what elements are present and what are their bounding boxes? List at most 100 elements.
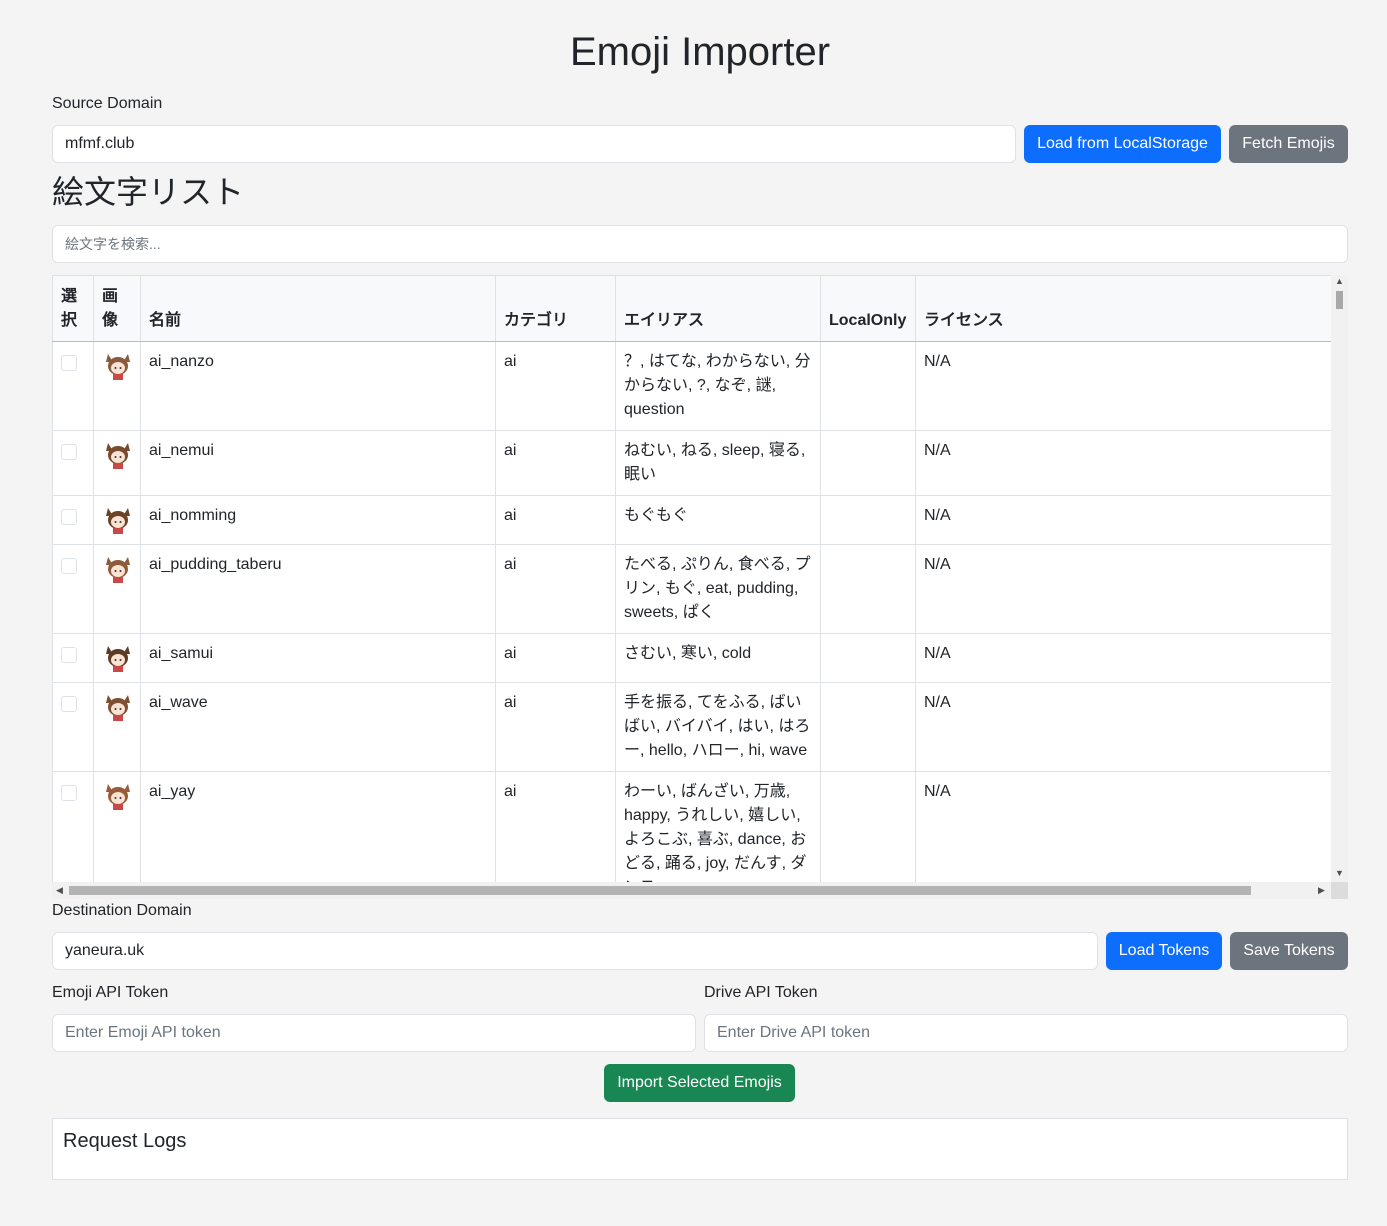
select-checkbox[interactable] (61, 785, 77, 801)
select-cell (52, 633, 94, 683)
select-cell (52, 544, 94, 634)
destination-domain-label: Destination Domain (52, 902, 192, 919)
image-cell (93, 430, 141, 496)
import-selected-emojis-button[interactable]: Import Selected Emojis (604, 1064, 795, 1102)
emoji-list-title: 絵文字リスト (52, 174, 245, 210)
table-row[interactable]: ai_nemui ai ねむい, ねる, sleep, 寝る, 眠い N/A (52, 430, 1332, 496)
emoji-aliases-cell: ねむい, ねる, sleep, 寝る, 眠い (615, 430, 821, 496)
emoji-localonly-cell (820, 771, 916, 899)
drive-api-token-label: Drive API Token (704, 984, 818, 1001)
emoji-license-cell: N/A (915, 682, 1332, 772)
ai-nomming-emoji (106, 508, 130, 534)
emoji-localonly-cell (820, 430, 916, 496)
horizontal-scrollbar[interactable]: ◀ ▶ (52, 882, 1331, 899)
scrollbar-corner (1331, 882, 1348, 899)
select-checkbox[interactable] (61, 647, 77, 663)
select-checkbox[interactable] (61, 558, 77, 574)
emoji-api-token-input[interactable] (52, 1014, 696, 1052)
emoji-name-cell: ai_yay (140, 771, 496, 899)
emoji-category-cell: ai (495, 430, 616, 496)
load-from-localstorage-button[interactable]: Load from LocalStorage (1024, 125, 1221, 163)
table-row[interactable]: ai_yay ai わーい, ばんざい, 万歳, happy, うれしい, 嬉しい,… (52, 771, 1332, 899)
emoji-aliases-cell: ？, はてな, わからない, 分からない, ?, なぞ, 謎, question (615, 341, 821, 431)
header-localonly: LocalOnly (820, 275, 916, 342)
emoji-importer-page: Emoji Importer Source Domain Load from L… (0, 0, 1387, 1226)
select-cell (52, 495, 94, 545)
ai-pudding-emoji (106, 557, 130, 583)
emoji-license-cell: N/A (915, 633, 1332, 683)
emoji-aliases-cell: さむい, 寒い, cold (615, 633, 821, 683)
scroll-right-icon[interactable]: ▶ (1318, 886, 1325, 895)
select-checkbox[interactable] (61, 355, 77, 371)
table-row[interactable]: ai_samui ai さむい, 寒い, cold N/A (52, 633, 1332, 683)
vertical-scroll-thumb[interactable] (1336, 291, 1343, 309)
emoji-name-cell: ai_nomming (140, 495, 496, 545)
horizontal-scroll-thumb[interactable] (69, 886, 1251, 895)
emoji-license-cell: N/A (915, 771, 1332, 899)
emoji-name-cell: ai_nanzo (140, 341, 496, 431)
fetch-emojis-button[interactable]: Fetch Emojis (1229, 125, 1348, 163)
emoji-category-cell: ai (495, 771, 616, 899)
scroll-up-icon[interactable]: ▲ (1335, 277, 1344, 286)
image-cell (93, 771, 141, 899)
save-tokens-button[interactable]: Save Tokens (1230, 932, 1348, 970)
table-row[interactable]: ai_wave ai 手を振る, てをふる, ばいばい, バイバイ, はい, はろー… (52, 682, 1332, 772)
emoji-license-cell: N/A (915, 341, 1332, 431)
emoji-aliases-cell: もぐもぐ (615, 495, 821, 545)
emoji-table-container[interactable]: 選択 画像 名前 カテゴリ エイリアス LocalOnly ライセンス ai_n… (52, 275, 1348, 899)
header-select: 選択 (52, 275, 94, 342)
emoji-name-cell: ai_pudding_taberu (140, 544, 496, 634)
image-cell (93, 633, 141, 683)
emoji-aliases-cell: わーい, ばんざい, 万歳, happy, うれしい, 嬉しい, よろこぶ, 喜… (615, 771, 821, 899)
destination-domain-input[interactable] (52, 932, 1098, 970)
emoji-category-cell: ai (495, 633, 616, 683)
emoji-name-cell: ai_nemui (140, 430, 496, 496)
image-cell (93, 495, 141, 545)
vertical-scrollbar[interactable]: ▲ ▼ (1331, 275, 1348, 882)
emoji-name-cell: ai_wave (140, 682, 496, 772)
emoji-table-body: ai_nanzo ai？, はてな, わからない, 分からない, ?, なぞ, 謎… (52, 341, 1332, 899)
emoji-category-cell: ai (495, 341, 616, 431)
ai-nemui-emoji (106, 443, 130, 469)
emoji-aliases-cell: 手を振る, てをふる, ばいばい, バイバイ, はい, はろー, hello, … (615, 682, 821, 772)
header-license: ライセンス (915, 275, 1332, 342)
image-cell (93, 341, 141, 431)
select-cell (52, 771, 94, 899)
load-tokens-button[interactable]: Load Tokens (1106, 932, 1222, 970)
scroll-left-icon[interactable]: ◀ (56, 886, 63, 895)
emoji-localonly-cell (820, 495, 916, 545)
ai-wave-emoji (106, 695, 130, 721)
emoji-license-cell: N/A (915, 495, 1332, 545)
emoji-license-cell: N/A (915, 430, 1332, 496)
table-row[interactable]: ai_nanzo ai？, はてな, わからない, 分からない, ?, なぞ, 謎… (52, 341, 1332, 431)
emoji-name-cell: ai_samui (140, 633, 496, 683)
page-title: Emoji Importer (569, 30, 831, 74)
source-domain-label: Source Domain (52, 95, 163, 112)
table-row[interactable]: ai_pudding_taberu ai たべる, ぷりん, 食べる, プリン, も… (52, 544, 1332, 634)
emoji-category-cell: ai (495, 495, 616, 545)
emoji-category-cell: ai (495, 682, 616, 772)
emoji-localonly-cell (820, 633, 916, 683)
emoji-license-cell: N/A (915, 544, 1332, 634)
select-checkbox[interactable] (61, 696, 77, 712)
select-checkbox[interactable] (61, 444, 77, 460)
select-checkbox[interactable] (61, 509, 77, 525)
ai-samui-emoji (106, 646, 130, 672)
table-row[interactable]: ai_nomming ai もぐもぐ N/A (52, 495, 1332, 545)
emoji-localonly-cell (820, 544, 916, 634)
scroll-down-icon[interactable]: ▼ (1335, 869, 1344, 878)
header-image: 画像 (93, 275, 141, 342)
select-cell (52, 430, 94, 496)
emoji-category-cell: ai (495, 544, 616, 634)
emoji-localonly-cell (820, 682, 916, 772)
emoji-search-input[interactable] (52, 225, 1348, 263)
drive-api-token-input[interactable] (704, 1014, 1348, 1052)
image-cell (93, 544, 141, 634)
select-cell (52, 682, 94, 772)
image-cell (93, 682, 141, 772)
header-category: カテゴリ (495, 275, 616, 342)
emoji-api-token-label: Emoji API Token (52, 984, 169, 1001)
source-domain-input[interactable] (52, 125, 1016, 163)
header-name: 名前 (140, 275, 496, 342)
select-cell (52, 341, 94, 431)
